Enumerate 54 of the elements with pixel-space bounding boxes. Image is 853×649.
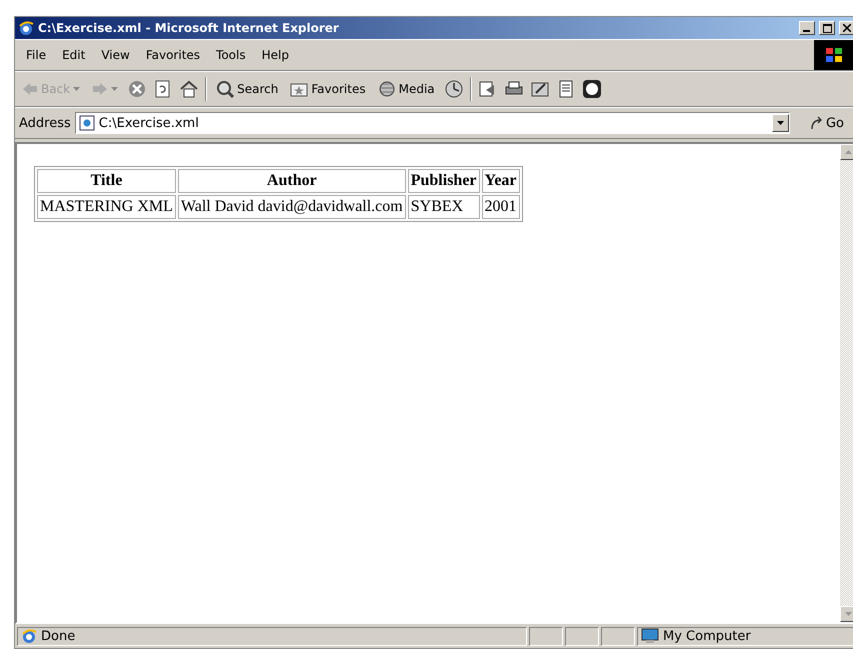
- down-arrow-icon: [844, 612, 852, 616]
- back-arrow-icon: [22, 82, 38, 96]
- forward-arrow-icon: [92, 82, 108, 96]
- caret-icon: [776, 121, 784, 125]
- table-cell: Wall David david@davidwall.com: [178, 195, 406, 219]
- table-cell: 2001: [482, 195, 520, 219]
- dropdown-button[interactable]: [772, 114, 789, 132]
- status-text: Done: [41, 628, 76, 644]
- scroll-down-button[interactable]: [840, 606, 853, 622]
- table-cell: MASTERING XML: [37, 195, 176, 219]
- globe-icon: [378, 80, 396, 98]
- column-header: Year: [482, 169, 520, 193]
- ie-page-icon: [21, 628, 37, 644]
- computer-icon: [641, 628, 659, 644]
- close-icon: [843, 24, 851, 32]
- column-header: Publisher: [408, 169, 480, 193]
- scroll-up-button[interactable]: [840, 144, 853, 160]
- media-button[interactable]: Media: [374, 78, 438, 100]
- go-button[interactable]: Go: [794, 116, 853, 130]
- minimize-button[interactable]: [799, 21, 815, 35]
- ie-logo-icon: [18, 20, 34, 36]
- scrollbar[interactable]: [840, 144, 853, 622]
- window-title: C:\Exercise.xml - Microsoft Internet Explorer: [38, 21, 340, 35]
- address-field[interactable]: C:\Exercise.xml: [74, 112, 790, 134]
- stop-icon[interactable]: [127, 79, 148, 99]
- status-pane: [565, 626, 599, 646]
- history-icon[interactable]: [444, 79, 464, 99]
- maximize-button[interactable]: [819, 21, 835, 35]
- caret-icon: [73, 87, 80, 91]
- search-icon: [216, 80, 234, 98]
- go-arrow-icon: [810, 116, 824, 130]
- menu-item[interactable]: Tools: [209, 45, 253, 65]
- menu-item[interactable]: Favorites: [138, 45, 208, 65]
- favorites-button[interactable]: Favorites: [287, 79, 369, 99]
- menu-item[interactable]: Help: [254, 45, 296, 65]
- star-folder-icon: [290, 81, 308, 97]
- table-cell: SYBEX: [408, 195, 480, 219]
- windows-logo: [814, 40, 853, 70]
- menu-item[interactable]: File: [19, 45, 54, 65]
- status-pane: [529, 626, 563, 646]
- xml-page-icon: [78, 115, 95, 131]
- up-arrow-icon: [844, 150, 852, 154]
- column-header: Title: [37, 169, 176, 193]
- home-icon[interactable]: [179, 79, 200, 99]
- status-pane: [601, 626, 635, 646]
- search-button[interactable]: Search: [213, 78, 282, 100]
- menu-item[interactable]: Edit: [55, 45, 92, 65]
- maximize-icon: [822, 24, 832, 32]
- caret-icon: [111, 87, 118, 91]
- close-button[interactable]: [839, 21, 853, 35]
- security-zone: My Computer: [663, 628, 751, 644]
- menu-item[interactable]: View: [94, 45, 137, 65]
- address-label: Address: [19, 116, 71, 130]
- column-header: Author: [178, 169, 406, 193]
